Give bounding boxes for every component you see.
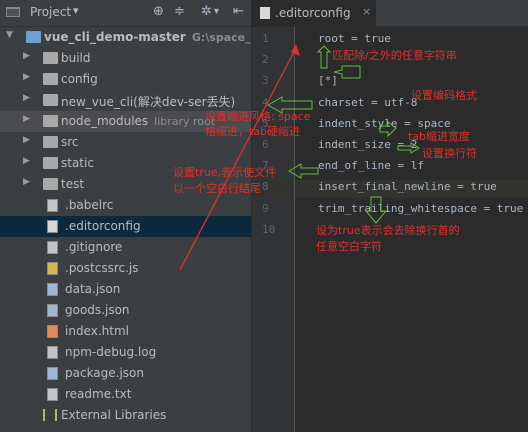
green-down-arrow-9 [364, 196, 388, 224]
annotation-charset: 设置编码格式 [411, 89, 477, 102]
green-left-arrow-3 [333, 65, 361, 79]
annotation-final-newline-2: 以一个空白行结尾 [173, 182, 261, 195]
annotation-trim-2: 任意空白字符 [316, 240, 382, 253]
green-right-arrow-6 [379, 121, 397, 138]
annotation-end-of-line: 设置换行符 [422, 147, 477, 160]
annotation-arrows [179, 44, 420, 271]
green-left-arrow-8 [288, 163, 319, 179]
red-arrow-line [179, 47, 297, 271]
annotation-indent-style-2: 格缩进，tab硬缩进 [205, 125, 301, 138]
annotation-final-newline-1: 设置true,表示使文件 [173, 166, 277, 179]
annotation-indent-style-1: 设置缩进风格: space [205, 110, 311, 123]
green-right-arrow-7 [397, 142, 420, 154]
annotation-trim-1: 设为true表示会去除换行首的 [316, 224, 460, 237]
annotation-indent-size: tab缩进宽度 [408, 130, 471, 143]
green-up-arrow-1 [316, 45, 332, 69]
annotation-match-any: 匹配除/之外的任意字符串 [332, 49, 457, 62]
